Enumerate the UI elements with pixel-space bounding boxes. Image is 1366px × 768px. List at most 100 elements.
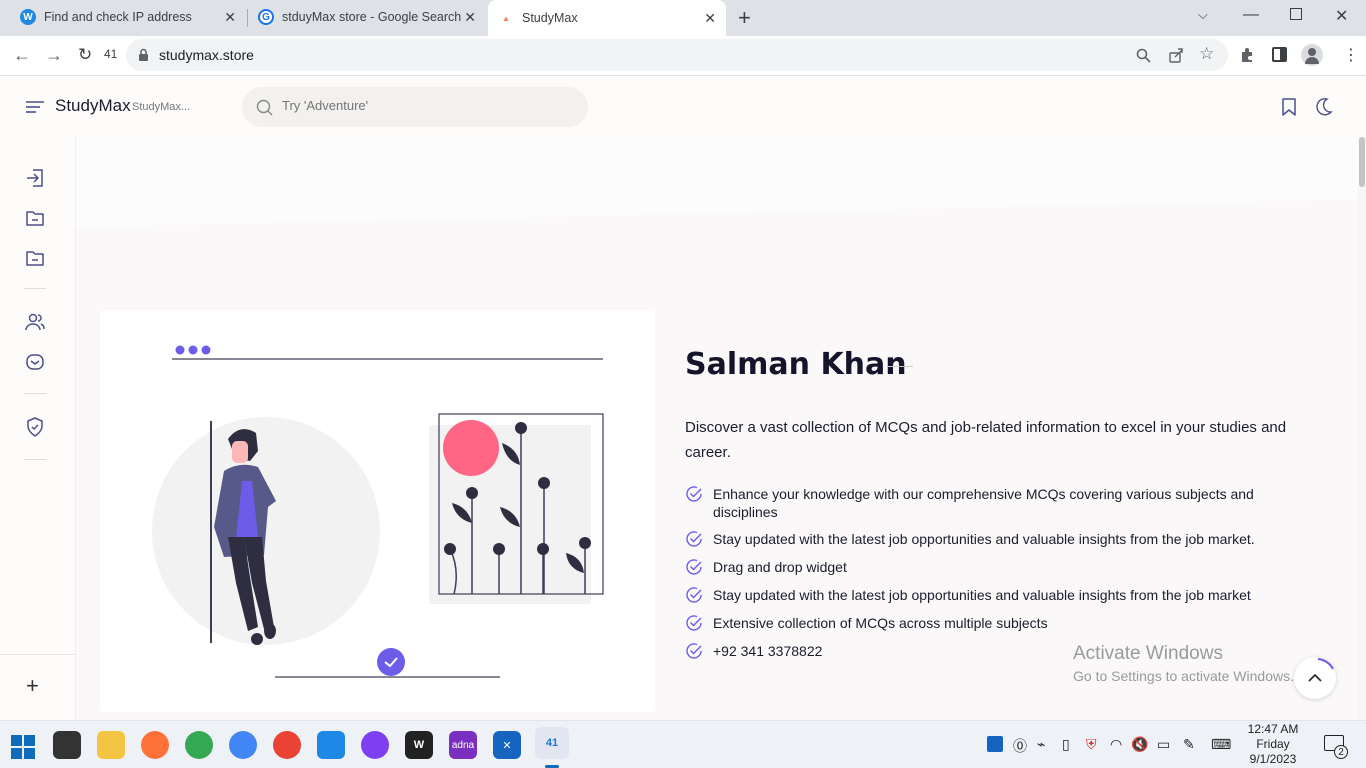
security-warning-icon[interactable]: ⛨ [1086,736,1097,753]
list-item: Enhance your knowledge with our comprehe… [685,485,1295,521]
add-plus-icon[interactable]: + [26,673,39,699]
feature-list: Enhance your knowledge with our comprehe… [685,485,1295,660]
file-explorer-icon[interactable] [97,731,125,759]
chrome-profile-icon[interactable] [185,731,213,759]
close-window-icon[interactable]: ✕ [1335,6,1348,26]
feature-text: Drag and drop widget [713,559,847,575]
rail-divider [24,459,46,460]
feature-text: Extensive collection of MCQs across mult… [713,615,1048,631]
check-circle-icon [686,486,702,502]
tab-title: StudyMax [522,11,578,25]
login-icon[interactable] [24,167,46,189]
new-tab-button[interactable]: + [738,5,751,31]
folder-icon[interactable] [24,207,46,229]
lock-icon [139,48,148,61]
browser-toolbar: ← → ↻ 41 studymax.store ☆ ⋮ [0,36,1366,76]
scroll-to-top-button[interactable] [1294,657,1336,699]
rail-bottom-divider [0,654,75,655]
hamburger-menu-icon[interactable] [26,100,44,114]
side-panel-icon[interactable] [1272,47,1287,62]
search-input[interactable] [282,98,562,113]
tab-ip-address[interactable]: W Find and check IP address ✕ [0,0,246,34]
feature-text: Stay updated with the latest job opportu… [713,531,1255,547]
dark-mode-moon-icon[interactable] [1313,97,1333,117]
close-tab-icon[interactable]: ✕ [224,9,236,26]
speaker-muted-icon[interactable]: 🔇 [1131,736,1148,753]
bookmark-star-icon[interactable]: ☆ [1199,44,1214,64]
tab-title: stduyMax store - Google Search [282,10,462,24]
illustration-card [100,311,655,712]
restore-window-icon[interactable] [1290,8,1302,20]
rail-divider [24,288,46,289]
feature-text: Stay updated with the latest job opportu… [713,587,1251,603]
reload-icon[interactable]: ↻ [78,45,92,65]
list-item: Extensive collection of MCQs across mult… [685,614,1295,632]
feature-text: Enhance your knowledge with our comprehe… [713,486,1254,520]
usb-icon[interactable]: ▯ [1062,736,1070,753]
active-chrome-icon[interactable]: 41 [535,727,569,759]
tab-favicon-icon: W [20,9,36,25]
back-arrow-icon[interactable]: ← [13,45,31,66]
activate-windows-subtitle: Go to Settings to activate Windows. [1073,668,1294,684]
site-search[interactable] [242,87,588,127]
main-content: Salman Khan Discover a vast collection o… [76,137,1366,720]
scrollbar-thumb[interactable] [1359,137,1365,187]
tab-favicon-icon: G [258,9,274,25]
pen-icon[interactable]: ✎ [1183,736,1195,753]
battery-icon[interactable]: ▭ [1157,736,1170,753]
bookmark-icon[interactable] [1281,98,1297,117]
check-circle-icon [686,587,702,603]
app-icon[interactable] [361,731,389,759]
browser-menu-icon[interactable]: ⋮ [1343,45,1359,65]
hero-band [76,137,1366,227]
intro-paragraph: Discover a vast collection of MCQs and j… [685,419,1287,461]
tab-title: Find and check IP address [44,10,192,24]
inbox-icon[interactable] [24,351,46,373]
close-tab-icon[interactable]: ✕ [464,9,476,26]
close-tab-icon[interactable]: ✕ [704,10,716,27]
tray-app-icon[interactable] [987,736,1003,752]
task-view-icon[interactable] [53,731,81,759]
url-text: studymax.store [159,47,254,63]
brand-name[interactable]: StudyMax [55,96,131,116]
chrome-profile-icon[interactable] [229,731,257,759]
users-icon[interactable] [24,311,46,333]
zoom-search-icon[interactable] [1136,48,1151,63]
adna-app-icon[interactable]: adna [449,731,477,759]
tab-studymax[interactable]: ▲ StudyMax ✕ [488,0,726,36]
tray-wps-icon[interactable]: ⓪ [1013,736,1027,756]
folder-remove-icon[interactable] [24,247,46,269]
clock-time: 12:47 AM [1247,722,1299,736]
browser-tab-strip: W Find and check IP address ✕ G stduyMax… [0,0,1366,36]
tab-search-chevron-icon[interactable]: ⌵ [1198,7,1208,23]
check-circle-icon [686,559,702,575]
wps-icon[interactable]: W [405,731,433,759]
left-sidebar: + [0,137,76,720]
brand-subtitle: StudyMax... [132,101,191,113]
wifi-icon[interactable]: ◠ [1110,736,1122,753]
list-item: Drag and drop widget [685,558,1295,576]
keyboard-icon[interactable]: ⌨ [1211,736,1231,753]
tab-google-search[interactable]: G stduyMax store - Google Search ✕ [248,0,486,34]
check-circle-icon [686,531,702,547]
extensions-puzzle-icon[interactable] [1239,47,1256,64]
page-scrollbar[interactable] [1358,137,1366,720]
share-icon[interactable] [1168,47,1184,63]
windows-taskbar: W adna ✕ 41 ⓪ ⌁ ▯ ⛨ ◠ 🔇 ▭ ✎ ⌨ 12:47 AM F… [0,720,1366,768]
forward-arrow-icon[interactable]: → [45,45,63,66]
tray-app-icon[interactable]: ⌁ [1037,736,1045,753]
app-icon[interactable]: ✕ [493,731,521,759]
notepad-icon[interactable] [317,731,345,759]
phone-number: +92 341 3378822 [713,643,823,659]
shield-check-icon[interactable] [24,416,46,438]
tab-favicon-icon: ▲ [498,10,514,26]
address-bar[interactable]: studymax.store ☆ [126,39,1228,71]
minimize-window-icon[interactable]: — [1243,6,1259,24]
profile-avatar-icon[interactable] [1301,44,1323,66]
person-plant-illustration [152,345,604,678]
windows-start-icon[interactable] [11,735,35,759]
clock[interactable]: 12:47 AM Friday 9/1/2023 [1242,722,1304,767]
chrome-profile-icon[interactable] [273,731,301,759]
activate-windows-title: Activate Windows [1073,643,1223,664]
firefox-icon[interactable] [141,731,169,759]
